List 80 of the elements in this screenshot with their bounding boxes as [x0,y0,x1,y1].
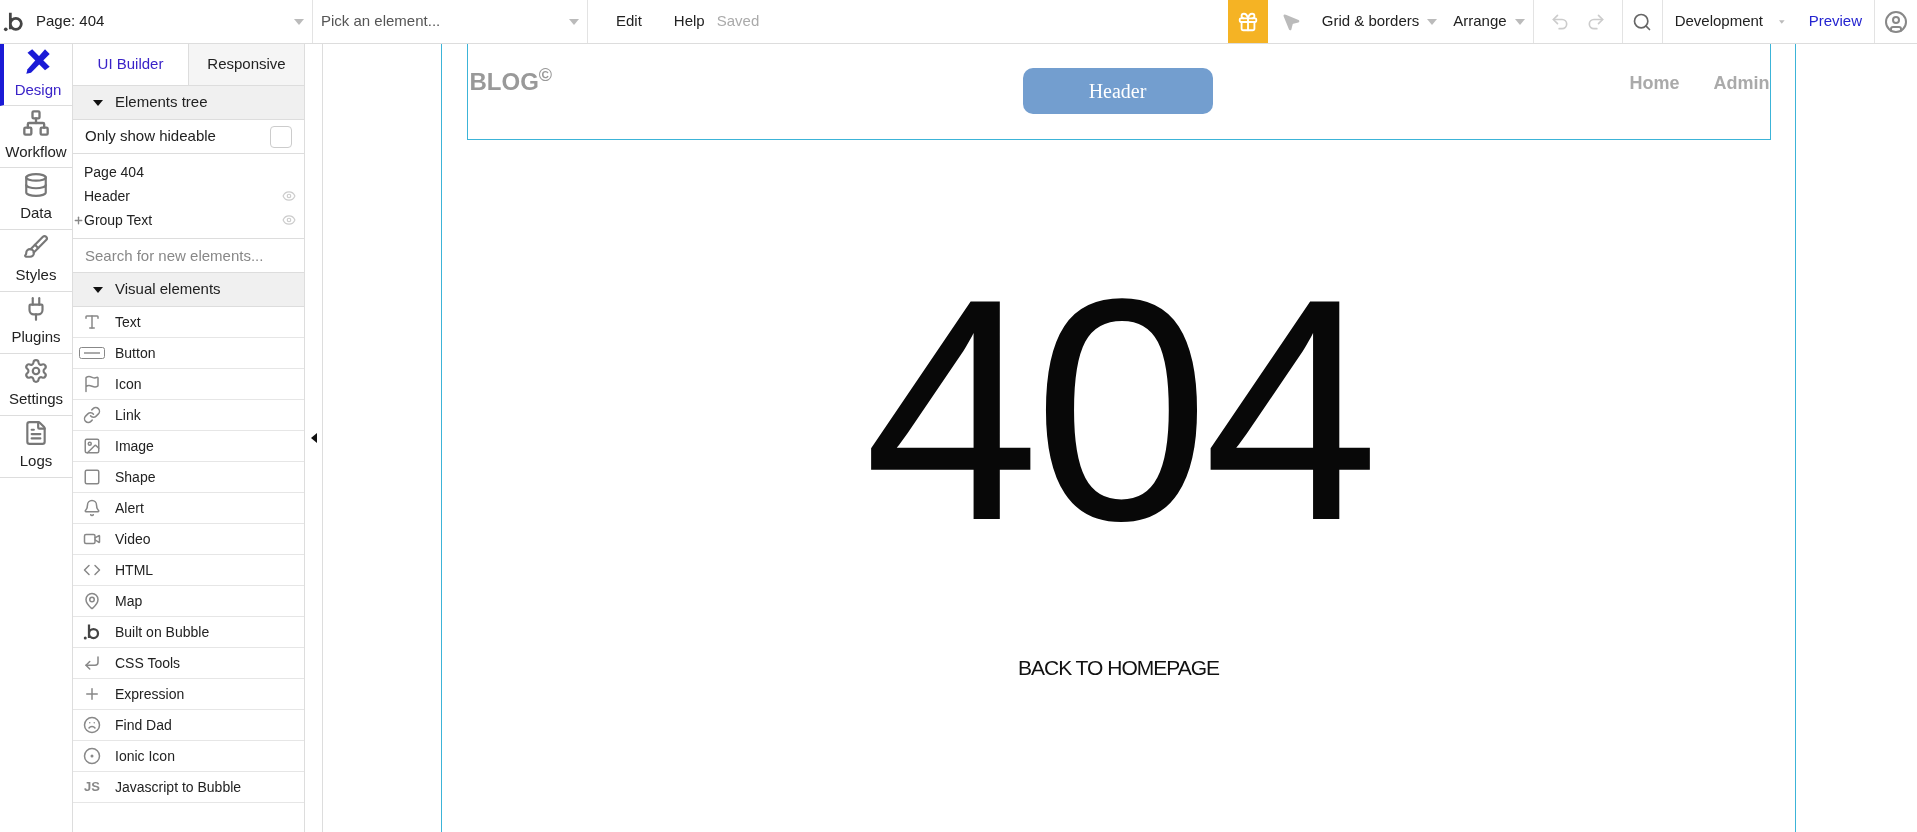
flag-icon [83,375,101,393]
tree-item[interactable]: Header [73,184,304,208]
triangle-icon [93,286,103,293]
frown-icon [83,716,101,734]
triangle-icon [93,99,103,106]
grid-menu[interactable]: Grid & borders [1313,0,1446,43]
expand-icon[interactable] [73,214,84,226]
arrange-menu[interactable]: Arrange [1445,0,1534,43]
save-status: Saved [716,11,760,32]
error-code: 404 [863,252,1374,568]
element-item[interactable]: CSS Tools [73,648,304,679]
filter-label: Only show hideable [85,126,216,147]
logo-icon [83,623,101,641]
link-icon [83,406,101,424]
environment-select[interactable]: Development [1662,0,1797,43]
section-header[interactable]: Visual elements [73,273,304,307]
document-icon [23,420,49,447]
element-item[interactable]: Video [73,524,304,555]
element-item[interactable]: Built on Bubble [73,617,304,648]
checkbox[interactable] [270,125,292,148]
blog-logo: BLOG$^{©}$ [469,63,553,97]
avatar-icon[interactable] [1884,9,1908,34]
element-item[interactable]: Image [73,431,304,462]
element-item[interactable]: Button [73,338,304,369]
rail-tab[interactable]: Settings [0,354,72,416]
tree-item[interactable]: Group Text [73,208,304,232]
button-icon [79,347,105,359]
tree-item[interactable]: Page 404 [73,160,304,184]
caret-icon [1427,18,1438,25]
js-label: JS [84,778,100,797]
preview-link[interactable]: Preview [1796,0,1875,43]
eye-icon[interactable] [282,213,296,227]
sitemap-icon [22,109,50,138]
settings-icon [23,358,49,385]
return-arrow-icon [83,654,101,672]
map-pin-icon [83,592,101,610]
gift-icon [1236,10,1259,33]
section-header[interactable]: Elements tree [73,86,304,120]
eye-icon[interactable] [282,189,296,203]
element-item[interactable]: JS Javascript to Bubble [73,772,304,803]
gift-button[interactable] [1227,0,1268,43]
caret-icon [1779,18,1785,25]
caret-icon [569,18,579,25]
menu-item[interactable]: Edit [616,10,642,33]
element-item[interactable]: HTML [73,555,304,586]
element-select[interactable]: Pick an element... [313,0,588,43]
caret-icon [294,18,304,25]
homepage-link[interactable]: BACK TO HOMEPAGE [1017,652,1220,684]
search-field[interactable]: Search for new elements... [73,239,304,273]
database-icon [23,172,49,199]
image-icon [83,437,101,455]
element-item[interactable]: Shape [73,462,304,493]
element-item[interactable]: Expression [73,679,304,710]
rail-tab[interactable]: Logs [0,416,72,478]
element-item[interactable]: Icon [73,369,304,400]
text-icon [83,313,101,331]
element-item[interactable]: Ionic Icon [73,741,304,772]
logo-icon [3,10,25,33]
undo-icon[interactable] [1549,11,1570,32]
panel-tab[interactable]: Responsive [188,44,304,85]
rail-tab[interactable]: Plugins [0,292,72,354]
rail-tab[interactable]: Data [0,168,72,230]
bell-icon [83,499,101,517]
element-item[interactable]: Alert [73,493,304,524]
ruler-pencil-icon [24,47,52,76]
page-select[interactable]: Page: 404 [28,0,313,43]
square-icon [83,468,101,486]
element-item[interactable]: Text [73,307,304,338]
element-item[interactable]: Map [73,586,304,617]
caret-icon [1514,18,1525,25]
rail-tab[interactable]: Workflow [0,106,72,168]
brush-icon [23,234,49,261]
collapse-icon[interactable] [310,433,317,443]
element-item[interactable]: Find Dad [73,710,304,741]
plus-icon [83,685,101,703]
radio-icon [83,747,101,765]
element-item[interactable]: Link [73,400,304,431]
search-icon[interactable] [1632,11,1653,32]
menu-item[interactable]: Help [673,10,705,33]
rail-tab[interactable]: Styles [0,230,72,292]
